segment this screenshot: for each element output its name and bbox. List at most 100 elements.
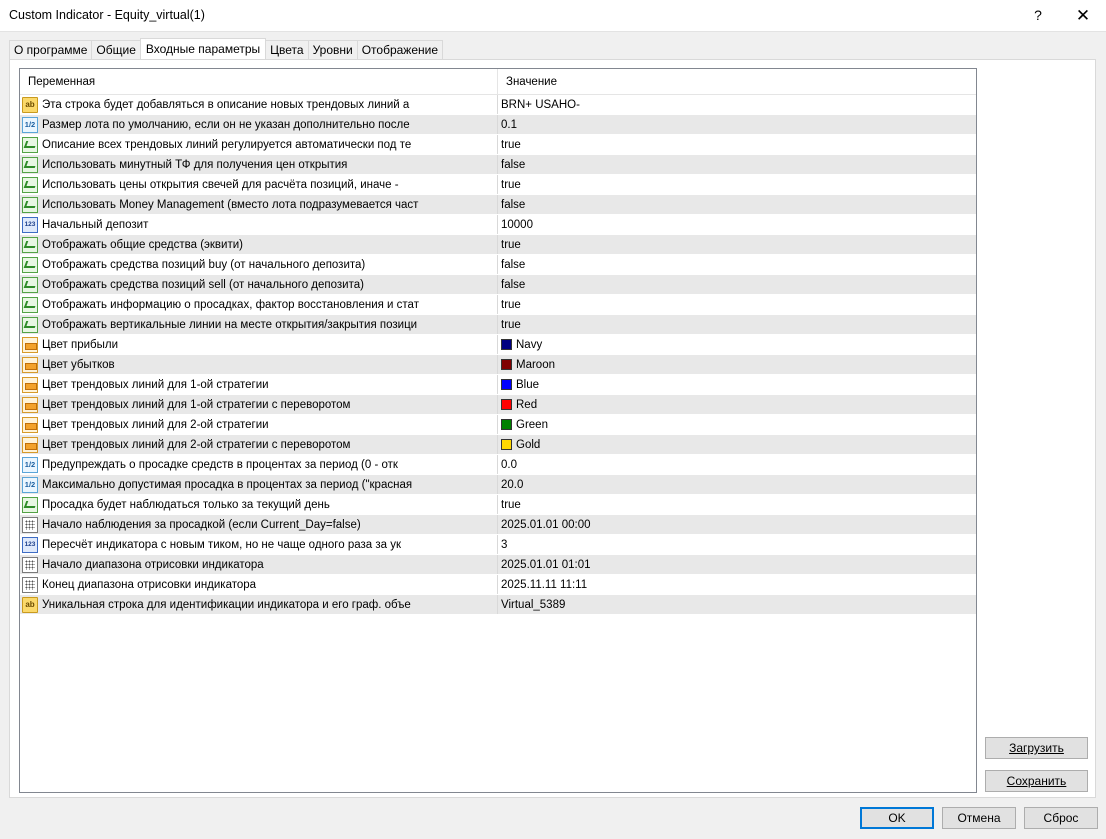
parameter-value-cell[interactable]: true — [498, 315, 976, 334]
parameter-value-cell[interactable]: 10000 — [498, 215, 976, 234]
parameter-value-cell[interactable]: true — [498, 135, 976, 154]
table-row[interactable]: Отображать вертикальные линии на месте о… — [20, 315, 976, 335]
table-row[interactable]: Цвет трендовых линий для 1-ой стратегии … — [20, 395, 976, 415]
color-swatch — [501, 399, 512, 410]
tab-0[interactable]: О программе — [9, 40, 93, 59]
parameter-name: Использовать Money Management (вместо ло… — [42, 198, 419, 211]
table-row[interactable]: Отображать общие средства (эквити) true — [20, 235, 976, 255]
parameter-value-cell[interactable]: 0.1 — [498, 115, 976, 134]
table-row[interactable]: 123 Начальный депозит 10000 — [20, 215, 976, 235]
ok-button[interactable]: OK — [860, 807, 934, 829]
tab-5[interactable]: Отображение — [356, 40, 444, 59]
parameter-value-cell[interactable]: 2025.01.01 01:01 — [498, 555, 976, 574]
tab-4[interactable]: Уровни — [307, 40, 358, 59]
parameter-value-cell[interactable]: Red — [498, 395, 976, 414]
tab-3[interactable]: Цвета — [265, 40, 309, 59]
parameter-value-cell[interactable]: true — [498, 495, 976, 514]
parameter-name: Уникальная строка для идентификации инди… — [42, 598, 411, 611]
load-button[interactable]: Загрузить — [985, 737, 1088, 759]
parameter-value-cell[interactable]: false — [498, 275, 976, 294]
parameter-name: Цвет трендовых линий для 2-ой стратегии … — [42, 438, 351, 451]
parameter-value-cell[interactable]: 20.0 — [498, 475, 976, 494]
table-row[interactable]: Цвет трендовых линий для 2-ой стратегии … — [20, 435, 976, 455]
cancel-button[interactable]: Отмена — [942, 807, 1016, 829]
table-row[interactable]: Описание всех трендовых линий регулирует… — [20, 135, 976, 155]
parameter-name: Максимально допустимая просадка в процен… — [42, 478, 413, 491]
table-row[interactable]: 123 Пересчёт индикатора с новым тиком, но… — [20, 535, 976, 555]
table-row[interactable]: Использовать Money Management (вместо ло… — [20, 195, 976, 215]
bool-type-icon — [22, 136, 38, 153]
bool-type-icon — [22, 196, 38, 213]
table-row[interactable]: Начало наблюдения за просадкой (если Cur… — [20, 515, 976, 535]
parameter-value-cell[interactable]: false — [498, 195, 976, 214]
parameter-value-cell[interactable]: 0.0 — [498, 455, 976, 474]
parameter-value-cell[interactable]: Green — [498, 415, 976, 434]
table-row[interactable]: 1/2 Размер лота по умолчанию, если он не … — [20, 115, 976, 135]
table-row[interactable]: Цвет трендовых линий для 2-ой стратегии G… — [20, 415, 976, 435]
parameter-value-cell[interactable]: BRN+ USAHO- — [498, 95, 976, 114]
parameter-name-cell: 1/2 Максимально допустимая просадка в про… — [20, 475, 498, 494]
help-button[interactable]: ? — [1016, 0, 1060, 31]
table-row[interactable]: Отображать информацию о просадках, факто… — [20, 295, 976, 315]
parameter-value: true — [501, 178, 521, 191]
parameter-value: Blue — [516, 378, 540, 391]
color-swatch — [501, 419, 512, 430]
parameter-value: 3 — [501, 538, 508, 551]
parameter-value-cell[interactable]: true — [498, 295, 976, 314]
parameter-value-cell[interactable]: true — [498, 235, 976, 254]
table-row[interactable]: ab Эта строка будет добавляться в описани… — [20, 95, 976, 115]
table-row[interactable]: Цвет трендовых линий для 1-ой стратегии B… — [20, 375, 976, 395]
parameter-value-cell[interactable]: 2025.01.01 00:00 — [498, 515, 976, 534]
bool-type-icon — [22, 496, 38, 513]
parameter-name: Эта строка будет добавляться в описание … — [42, 98, 410, 111]
tab-1[interactable]: Общие — [91, 40, 141, 59]
color-type-icon — [22, 336, 38, 353]
parameter-value-cell[interactable]: Maroon — [498, 355, 976, 374]
table-row[interactable]: ab Уникальная строка для идентификации ин… — [20, 595, 976, 615]
color-type-icon — [22, 376, 38, 393]
parameter-value-cell[interactable]: false — [498, 255, 976, 274]
parameter-value: 2025.01.01 01:01 — [501, 558, 591, 571]
table-row[interactable]: Отображать средства позиций buy (от нача… — [20, 255, 976, 275]
table-row[interactable]: Конец диапазона отрисовки индикатора 2025… — [20, 575, 976, 595]
grid-header: Переменная Значение — [20, 69, 976, 95]
parameter-value-cell[interactable]: Navy — [498, 335, 976, 354]
parameter-name-cell: 1/2 Размер лота по умолчанию, если он не … — [20, 115, 498, 134]
reset-button[interactable]: Сброс — [1024, 807, 1098, 829]
parameter-value: true — [501, 238, 521, 251]
parameters-grid[interactable]: Переменная Значение ab Эта строка будет д… — [19, 68, 977, 793]
parameter-value-cell[interactable]: Virtual_5389 — [498, 595, 976, 614]
table-row[interactable]: Отображать средства позиций sell (от нач… — [20, 275, 976, 295]
table-row[interactable]: Использовать цены открытия свечей для ра… — [20, 175, 976, 195]
parameter-value-cell[interactable]: true — [498, 175, 976, 194]
parameter-name-cell: Использовать Money Management (вместо ло… — [20, 195, 498, 214]
table-row[interactable]: Просадка будет наблюдаться только за тек… — [20, 495, 976, 515]
parameter-value-cell[interactable]: Blue — [498, 375, 976, 394]
color-swatch — [501, 379, 512, 390]
tab-2[interactable]: Входные параметры — [139, 38, 267, 59]
table-row[interactable]: Цвет прибыли Navy — [20, 335, 976, 355]
datetime-type-icon — [22, 576, 38, 593]
save-params-button[interactable]: Сохранить — [985, 770, 1088, 792]
column-header-value[interactable]: Значение — [498, 69, 976, 94]
parameter-value-cell[interactable]: 2025.11.11 11:11 — [498, 575, 976, 594]
column-header-variable[interactable]: Переменная — [20, 69, 498, 94]
table-row[interactable]: Цвет убытков Maroon — [20, 355, 976, 375]
parameter-name: Отображать средства позиций sell (от нач… — [42, 278, 364, 291]
parameter-value-cell[interactable]: Gold — [498, 435, 976, 454]
table-row[interactable]: Начало диапазона отрисовки индикатора 202… — [20, 555, 976, 575]
table-row[interactable]: 1/2 Предупреждать о просадке средств в пр… — [20, 455, 976, 475]
close-button[interactable]: ✕ — [1060, 0, 1106, 31]
parameter-value-cell[interactable]: false — [498, 155, 976, 174]
tab-strip: О программе Общие Входные параметры Цвета Ур… — [9, 38, 444, 59]
parameter-name-cell: Цвет прибыли — [20, 335, 498, 354]
parameter-name: Отображать общие средства (эквити) — [42, 238, 243, 251]
parameter-value: Gold — [516, 438, 541, 451]
parameter-value-cell[interactable]: 3 — [498, 535, 976, 554]
table-row[interactable]: 1/2 Максимально допустимая просадка в про… — [20, 475, 976, 495]
parameter-name-cell: 123 Пересчёт индикатора с новым тиком, но… — [20, 535, 498, 554]
table-row[interactable]: Использовать минутный ТФ для получения ц… — [20, 155, 976, 175]
parameter-name-cell: Цвет убытков — [20, 355, 498, 374]
color-type-icon — [22, 416, 38, 433]
parameter-value: BRN+ USAHO- — [501, 98, 580, 111]
